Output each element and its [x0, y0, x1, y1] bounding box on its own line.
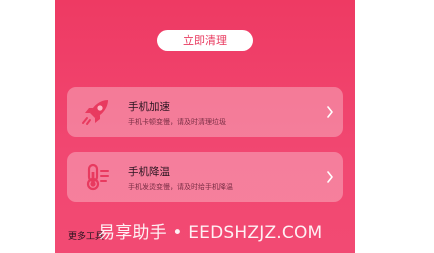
- feature-title: 手机降温: [128, 166, 170, 178]
- feature-subtitle: 手机发烫变慢，请及时给手机降温: [128, 183, 233, 191]
- phone-screen: 立即清理 手机加速 手机卡顿变慢，请及时清理垃圾 手机降温 手机发烫变慢，请及时…: [55, 0, 355, 253]
- feature-subtitle: 手机卡顿变慢，请及时清理垃圾: [128, 118, 226, 126]
- chevron-right-icon: [327, 106, 333, 118]
- chevron-right-icon: [327, 171, 333, 183]
- feature-card-speedup[interactable]: 手机加速 手机卡顿变慢，请及时清理垃圾: [67, 87, 343, 137]
- thermometer-icon: [86, 163, 109, 191]
- feature-title: 手机加速: [128, 101, 170, 113]
- watermark-text: 易享助手 • EEDSHZJZ.COM: [98, 223, 323, 243]
- feature-card-cooldown[interactable]: 手机降温 手机发烫变慢，请及时给手机降温: [67, 152, 343, 202]
- rocket-icon: [82, 100, 108, 125]
- clean-now-button[interactable]: 立即清理: [157, 30, 253, 51]
